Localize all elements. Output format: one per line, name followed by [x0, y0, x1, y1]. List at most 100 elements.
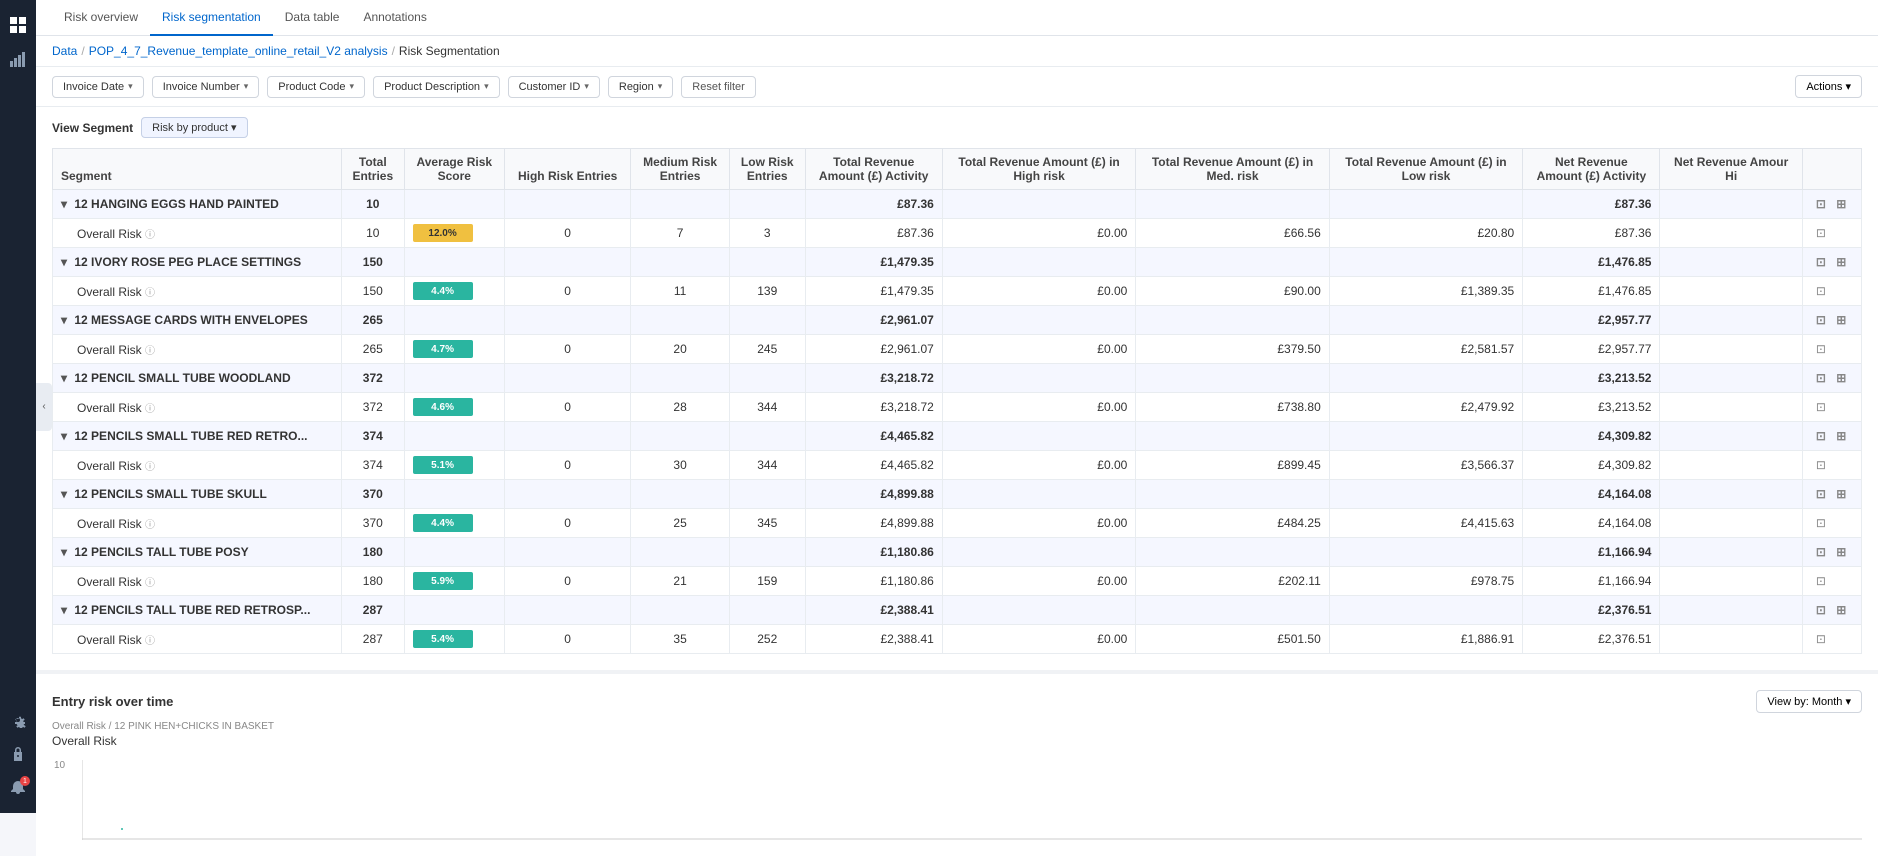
expand-icon[interactable]: ▾ [61, 371, 67, 385]
risk-bar: 4.6% [413, 398, 473, 416]
expand-icon[interactable]: ▾ [61, 429, 67, 443]
expand-icon[interactable]: ▾ [61, 487, 67, 501]
med-risk-entries: 20 [631, 335, 730, 364]
tab-risk-segmentation[interactable]: Risk segmentation [150, 0, 273, 36]
tab-data-table[interactable]: Data table [273, 0, 352, 36]
breadcrumb-analysis[interactable]: POP_4_7_Revenue_template_online_retail_V… [89, 44, 388, 58]
high-rev: £0.00 [942, 277, 1135, 306]
row-columns-icon[interactable]: ⊞ [1834, 427, 1848, 445]
low-rev: £20.80 [1329, 219, 1522, 248]
tab-annotations[interactable]: Annotations [351, 0, 438, 36]
row-expand-icon[interactable]: ⊡ [1811, 484, 1831, 504]
info-icon[interactable]: ⓘ [145, 288, 155, 299]
chart-breadcrumb: Overall Risk / 12 PINK HEN+CHICKS IN BAS… [52, 721, 1862, 732]
info-icon[interactable]: ⓘ [145, 404, 155, 415]
risk-bar: 5.9% [413, 572, 473, 590]
row-columns-icon[interactable]: ⊞ [1834, 311, 1848, 329]
filter-invoice-number[interactable]: Invoice Number ▾ [152, 76, 260, 98]
total-entries: 374 [342, 422, 405, 451]
view-by-button[interactable]: View by: Month ▾ [1756, 690, 1862, 713]
net-rev: £2,957.77 [1523, 335, 1660, 364]
sidebar-lock-icon[interactable] [4, 740, 32, 768]
total-entries: 10 [342, 190, 405, 219]
sidebar-alert-icon[interactable]: 1 [4, 774, 32, 802]
info-icon[interactable]: ⓘ [145, 636, 155, 647]
row-open-icon[interactable]: ⊡ [1811, 223, 1831, 243]
high-rev: £0.00 [942, 219, 1135, 248]
data-table: Segment TotalEntries Average RiskScore H… [52, 148, 1862, 654]
row-open-icon[interactable]: ⊡ [1811, 513, 1831, 533]
row-open-icon[interactable]: ⊡ [1811, 397, 1831, 417]
sidebar-settings-icon[interactable] [4, 706, 32, 734]
total-entries: 372 [342, 364, 405, 393]
info-icon[interactable]: ⓘ [145, 346, 155, 357]
actions-button[interactable]: Actions ▾ [1795, 75, 1862, 98]
info-icon[interactable]: ⓘ [145, 578, 155, 589]
filter-invoice-date[interactable]: Invoice Date ▾ [52, 76, 144, 98]
risk-row: Overall Risk ⓘ 374 5.1% 0 30 344 £4,465.… [53, 451, 1862, 480]
row-expand-icon[interactable]: ⊡ [1811, 310, 1831, 330]
med-risk-entries: 30 [631, 451, 730, 480]
expand-icon[interactable]: ▾ [61, 603, 67, 617]
high-rev: £0.00 [942, 509, 1135, 538]
low-rev: £2,581.57 [1329, 335, 1522, 364]
net-rev: £4,164.08 [1523, 509, 1660, 538]
filter-region[interactable]: Region ▾ [608, 76, 673, 98]
row-open-icon[interactable]: ⊡ [1811, 571, 1831, 591]
low-rev: £4,415.63 [1329, 509, 1522, 538]
info-icon[interactable]: ⓘ [145, 230, 155, 241]
risk-bar-cell: 4.6% [404, 393, 504, 422]
info-icon[interactable]: ⓘ [145, 520, 155, 531]
total-entries: 370 [342, 480, 405, 509]
segment-type-button[interactable]: Risk by product ▾ [141, 117, 247, 138]
expand-icon[interactable]: ▾ [61, 313, 67, 327]
filter-product-code[interactable]: Product Code ▾ [267, 76, 365, 98]
table-container: Segment TotalEntries Average RiskScore H… [36, 148, 1878, 670]
expand-icon[interactable]: ▾ [61, 255, 67, 269]
row-open-icon[interactable]: ⊡ [1811, 455, 1831, 475]
sidebar-grid-icon[interactable] [4, 11, 32, 39]
row-columns-icon[interactable]: ⊞ [1834, 601, 1848, 619]
high-risk-entries: 0 [505, 567, 631, 596]
row-expand-icon[interactable]: ⊡ [1811, 600, 1831, 620]
segment-row: ▾ 12 PENCILS SMALL TUBE SKULL 370 £4,899… [53, 480, 1862, 509]
filter-customer-id[interactable]: Customer ID ▾ [508, 76, 600, 98]
segment-row: ▾ 12 IVORY ROSE PEG PLACE SETTINGS 150 £… [53, 248, 1862, 277]
low-risk-entries: 159 [729, 567, 805, 596]
breadcrumb-data[interactable]: Data [52, 44, 77, 58]
row-columns-icon[interactable]: ⊞ [1834, 195, 1848, 213]
back-panel[interactable]: ‹ [36, 383, 52, 431]
risk-label: Overall Risk ⓘ [53, 509, 342, 538]
low-rev: £978.75 [1329, 567, 1522, 596]
row-open-icon[interactable]: ⊡ [1811, 629, 1831, 649]
expand-icon[interactable]: ▾ [61, 545, 67, 559]
segment-name: ▾ 12 PENCILS TALL TUBE RED RETROSP... [53, 596, 342, 625]
reset-filter-button[interactable]: Reset filter [681, 76, 756, 98]
row-expand-icon[interactable]: ⊡ [1811, 542, 1831, 562]
risk-bar-cell: 12.0% [404, 219, 504, 248]
main-content: Risk overview Risk segmentation Data tab… [36, 0, 1878, 856]
row-columns-icon[interactable]: ⊞ [1834, 253, 1848, 271]
row-columns-icon[interactable]: ⊞ [1834, 485, 1848, 503]
row-expand-icon[interactable]: ⊡ [1811, 368, 1831, 388]
high-rev: £0.00 [942, 567, 1135, 596]
row-open-icon[interactable]: ⊡ [1811, 281, 1831, 301]
row-columns-icon[interactable]: ⊞ [1834, 369, 1848, 387]
net-rev: £3,213.52 [1523, 393, 1660, 422]
high-rev: £0.00 [942, 393, 1135, 422]
row-columns-icon[interactable]: ⊞ [1834, 543, 1848, 561]
risk-bar-cell: 5.1% [404, 451, 504, 480]
chart-header: Entry risk over time View by: Month ▾ [52, 690, 1862, 713]
row-expand-icon[interactable]: ⊡ [1811, 194, 1831, 214]
low-risk-entries: 344 [729, 393, 805, 422]
filter-product-desc[interactable]: Product Description ▾ [373, 76, 500, 98]
expand-icon[interactable]: ▾ [61, 197, 67, 211]
info-icon[interactable]: ⓘ [145, 462, 155, 473]
tab-risk-overview[interactable]: Risk overview [52, 0, 150, 36]
net-rev: £1,166.94 [1523, 567, 1660, 596]
risk-label: Overall Risk ⓘ [53, 219, 342, 248]
row-expand-icon[interactable]: ⊡ [1811, 426, 1831, 446]
row-open-icon[interactable]: ⊡ [1811, 339, 1831, 359]
sidebar-chart-icon[interactable] [4, 45, 32, 73]
row-expand-icon[interactable]: ⊡ [1811, 252, 1831, 272]
